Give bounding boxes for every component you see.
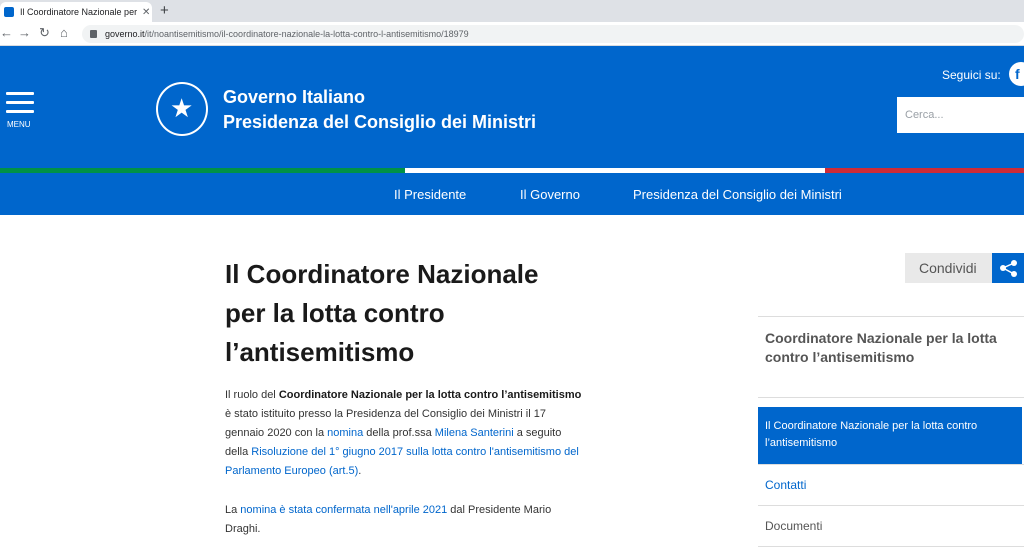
- new-tab-button[interactable]: +: [160, 2, 169, 20]
- inline-link[interactable]: nomina: [327, 427, 363, 439]
- inline-link[interactable]: nomina è stata confermata nell'aprile 20…: [240, 504, 447, 516]
- text-run: La: [225, 504, 241, 516]
- text-run: della prof.ssa: [363, 427, 435, 439]
- site-header: [0, 46, 1024, 168]
- text-run: .: [358, 465, 362, 477]
- nav-item-presidente[interactable]: Il Presidente: [394, 187, 466, 202]
- forward-icon[interactable]: →: [18, 25, 31, 41]
- page-title: Il Coordinatore Nazionale per la lotta c…: [225, 259, 539, 367]
- divider: [758, 546, 1024, 547]
- emblem-star: ★: [170, 93, 194, 123]
- inline-link[interactable]: Risoluzione del 1° giugno 2017 sulla lot…: [225, 446, 579, 477]
- sidebar-item-contatti[interactable]: Contatti: [765, 478, 806, 492]
- main-nav: Il Presidente Il Governo Presidenza del …: [0, 173, 1024, 215]
- article-paragraph-2: La nomina è stata confermata nell'aprile…: [225, 501, 585, 539]
- address-bar[interactable]: governo.it/it/noantisemitismo/il-coordin…: [82, 25, 1024, 43]
- lock-icon: [90, 30, 97, 38]
- browser-tab[interactable]: Il Coordinatore Nazionale per la lotta c…: [0, 2, 152, 22]
- hamburger-icon: [6, 92, 34, 95]
- share-icon[interactable]: [992, 253, 1024, 283]
- italian-republic-emblem-icon[interactable]: ★: [156, 82, 208, 136]
- hamburger-line: [6, 101, 34, 104]
- tab-title: Il Coordinatore Nazionale per la lotta c…: [20, 7, 138, 17]
- sidebar-heading[interactable]: Coordinatore Nazionale per la lotta cont…: [758, 316, 1024, 367]
- tab-close-icon[interactable]: ✕: [142, 7, 150, 18]
- site-favicon-icon: [4, 7, 14, 17]
- divider: [758, 464, 1024, 465]
- url-path: /it/noantisemitismo/il-coordinatore-nazi…: [144, 29, 469, 39]
- bold-text: Coordinatore Nazionale per la lotta cont…: [278, 389, 582, 401]
- share-widget[interactable]: Condividi: [905, 253, 1024, 283]
- brand-title[interactable]: Governo Italiano: [223, 87, 365, 108]
- browser-toolbar: ← → ↻ ⌂ governo.it/it/noantisemitismo/il…: [0, 22, 1024, 46]
- menu-label[interactable]: MENU: [7, 120, 31, 129]
- back-icon[interactable]: ←: [0, 25, 13, 41]
- sidebar-item-documenti[interactable]: Documenti: [765, 519, 822, 533]
- menu-button[interactable]: [6, 92, 34, 119]
- inline-link[interactable]: Milena Santerini: [435, 427, 514, 439]
- follow-label: Seguici su:: [942, 68, 1001, 82]
- url-host: governo.it: [105, 29, 145, 39]
- nav-item-governo[interactable]: Il Governo: [520, 187, 580, 202]
- divider: [758, 397, 1024, 398]
- text-run: Il ruolo del: [225, 389, 279, 401]
- sidebar-item-coordinatore[interactable]: Il Coordinatore Nazionale per la lotta c…: [758, 407, 1022, 464]
- divider: [758, 505, 1024, 506]
- share-connector: [1002, 262, 1015, 275]
- reload-icon[interactable]: ↻: [39, 25, 50, 41]
- share-label[interactable]: Condividi: [905, 253, 992, 283]
- home-icon[interactable]: ⌂: [60, 25, 68, 41]
- brand-subtitle[interactable]: Presidenza del Consiglio dei Ministri: [223, 112, 536, 133]
- search-input[interactable]: Cerca...: [897, 97, 1024, 133]
- hamburger-line: [6, 110, 34, 113]
- article-paragraph-1: Il ruolo del Coordinatore Nazionale per …: [225, 386, 585, 481]
- nav-item-presidenza[interactable]: Presidenza del Consiglio dei Ministri: [633, 187, 842, 202]
- browser-tab-bar: Il Coordinatore Nazionale per la lotta c…: [0, 0, 1024, 22]
